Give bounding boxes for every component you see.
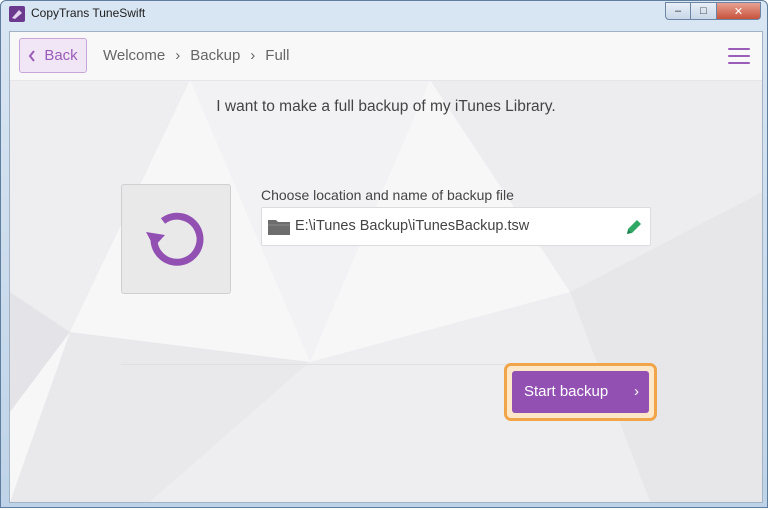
location-label: Choose location and name of backup file: [261, 187, 514, 203]
breadcrumb-welcome[interactable]: Welcome: [103, 47, 165, 64]
backup-path-value: E:\iTunes Backup\iTunesBackup.tsw: [295, 218, 530, 234]
window-title: CopyTrans TuneSwift: [31, 6, 146, 20]
menu-icon[interactable]: [728, 48, 750, 64]
breadcrumb-separator: ›: [250, 47, 256, 64]
app-window: CopyTrans TuneSwift ‒ □ ✕ Back Welcome ›: [0, 0, 768, 508]
main-panel: Back Welcome › Backup › Full I want to m…: [9, 31, 763, 503]
chevron-right-icon: ›: [634, 383, 639, 400]
backup-path-field[interactable]: E:\iTunes Backup\iTunesBackup.tsw: [261, 207, 651, 246]
app-icon: [9, 6, 25, 22]
title-bar[interactable]: CopyTrans TuneSwift ‒ □ ✕: [1, 1, 767, 27]
close-button[interactable]: ✕: [717, 2, 761, 20]
breadcrumb: Welcome › Backup › Full: [103, 47, 289, 64]
back-chevron-icon: [29, 49, 36, 62]
minimize-button[interactable]: ‒: [665, 2, 691, 20]
page-heading: I want to make a full backup of my iTune…: [216, 98, 556, 115]
back-label: Back: [44, 47, 78, 64]
start-backup-button[interactable]: Start backup ›: [512, 371, 649, 413]
pencil-icon[interactable]: [624, 217, 644, 237]
back-button[interactable]: Back: [19, 38, 87, 73]
backup-type-tile: [121, 184, 231, 294]
folder-icon: [268, 220, 290, 235]
start-backup-label: Start backup: [524, 383, 609, 400]
navigation-bar: Back Welcome › Backup › Full: [10, 32, 762, 81]
restore-icon: [146, 212, 204, 266]
start-backup-highlight: Start backup ›: [504, 363, 657, 421]
breadcrumb-separator: ›: [175, 47, 181, 64]
breadcrumb-full: Full: [265, 47, 290, 64]
maximize-button[interactable]: □: [691, 2, 717, 20]
breadcrumb-backup[interactable]: Backup: [190, 47, 240, 64]
window-controls: ‒ □ ✕: [665, 2, 761, 21]
